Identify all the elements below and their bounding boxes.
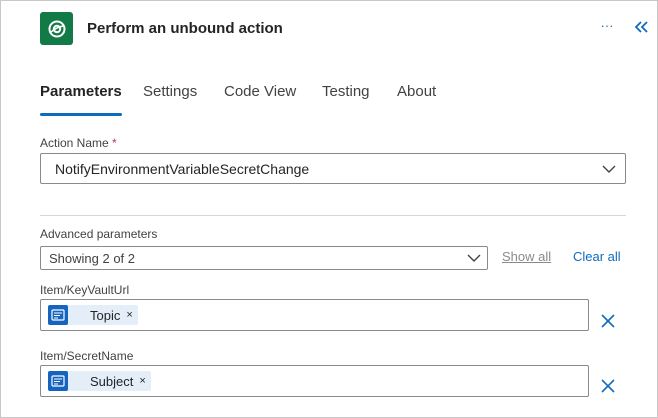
action-name-value: NotifyEnvironmentVariableSecretChange <box>55 161 310 177</box>
action-name-dropdown[interactable]: NotifyEnvironmentVariableSecretChange <box>40 153 626 184</box>
page-title: Perform an unbound action <box>87 20 283 37</box>
tab-settings[interactable]: Settings <box>143 83 197 113</box>
action-name-label: Action Name * <box>40 136 117 150</box>
tab-label: Settings <box>143 83 198 100</box>
tab-label: About <box>397 83 437 100</box>
field-label-secretname: Item/SecretName <box>40 349 134 363</box>
clear-all-link[interactable]: Clear all <box>573 249 621 264</box>
advanced-parameters-value: Showing 2 of 2 <box>49 251 136 266</box>
tab-label: Code View <box>224 83 297 100</box>
dataverse-token-icon <box>48 371 68 391</box>
field-label-keyvaulturl: Item/KeyVaultUrl <box>40 283 130 297</box>
show-all-link[interactable]: Show all <box>502 249 551 264</box>
remove-token-button[interactable]: × <box>126 309 132 321</box>
action-panel: Perform an unbound action ··· Parameters… <box>0 0 658 418</box>
close-icon[interactable] <box>600 313 616 329</box>
remove-token-button[interactable]: × <box>139 375 145 387</box>
tab-about[interactable]: About <box>397 83 436 113</box>
dataverse-icon <box>40 12 73 45</box>
active-tab-indicator <box>40 113 122 116</box>
chevron-double-left-icon[interactable] <box>633 18 651 36</box>
more-options-button[interactable]: ··· <box>598 16 616 36</box>
tab-parameters[interactable]: Parameters <box>40 83 122 116</box>
advanced-parameters-label: Advanced parameters <box>40 227 158 241</box>
dynamic-content-token[interactable]: Topic × <box>48 305 138 325</box>
panel-header: Perform an unbound action ··· <box>1 1 657 57</box>
dataverse-token-icon <box>48 305 68 325</box>
token-label: Subject <box>90 373 134 389</box>
advanced-parameters-dropdown[interactable]: Showing 2 of 2 <box>40 246 488 270</box>
tab-label: Testing <box>322 83 370 100</box>
secretname-input[interactable]: Subject × <box>40 365 589 397</box>
close-icon[interactable] <box>600 378 616 394</box>
dynamic-content-token[interactable]: Subject × <box>48 371 151 391</box>
action-name-label-text: Action Name <box>40 136 109 150</box>
required-marker: * <box>112 136 117 150</box>
tab-testing[interactable]: Testing <box>322 83 370 113</box>
keyvaulturl-input[interactable]: Topic × <box>40 299 589 331</box>
tab-label: Parameters <box>40 83 122 100</box>
chevron-down-icon <box>467 254 481 262</box>
section-divider <box>40 215 626 216</box>
token-label: Topic <box>90 307 121 323</box>
chevron-down-icon <box>602 165 616 173</box>
tab-code-view[interactable]: Code View <box>224 83 296 113</box>
